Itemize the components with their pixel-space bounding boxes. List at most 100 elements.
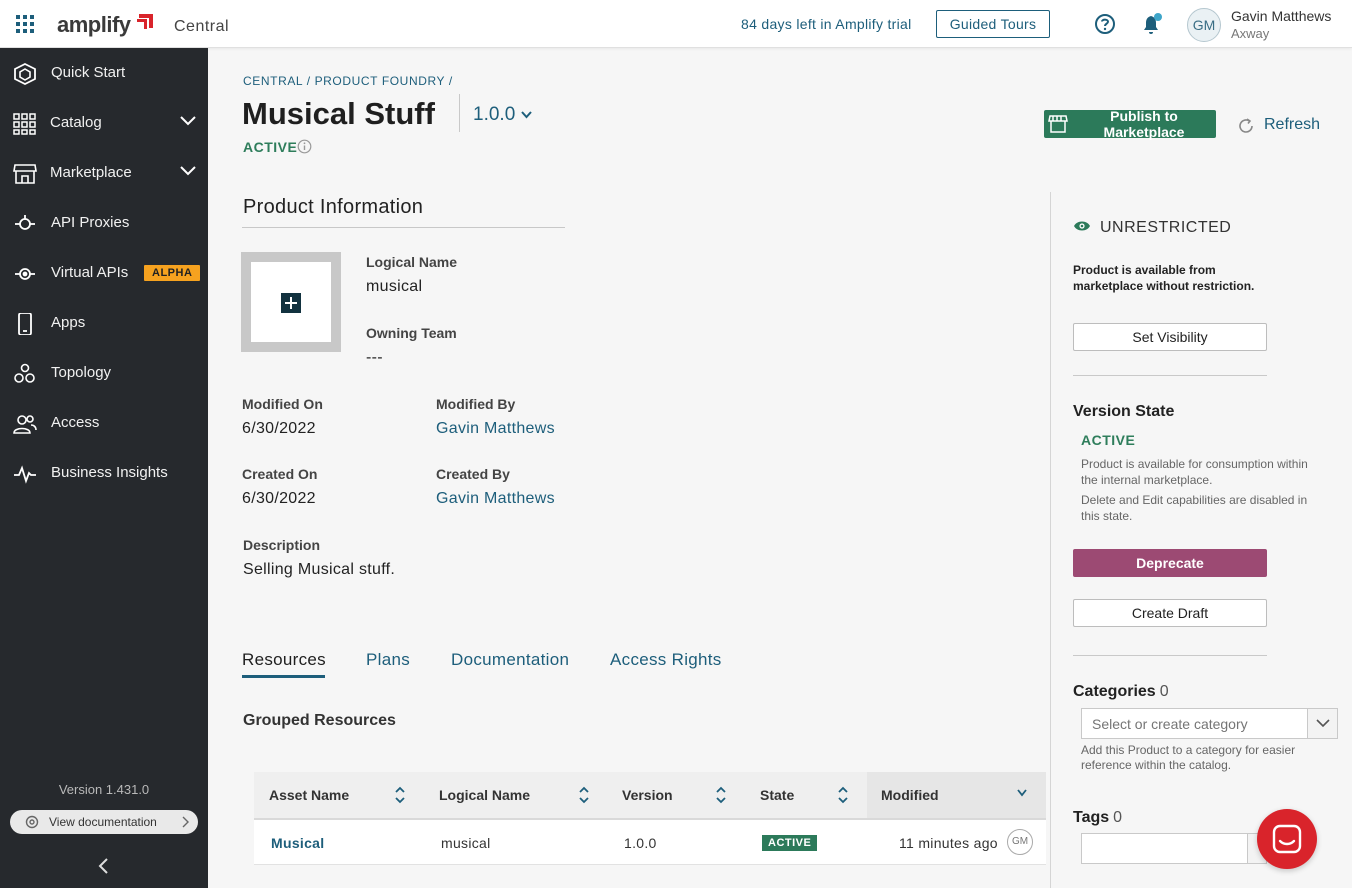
column-header-logical-name[interactable]: Logical Name xyxy=(439,787,530,803)
categories-heading: Categories 0 xyxy=(1073,683,1169,701)
tags-input[interactable] xyxy=(1081,833,1248,864)
trial-notice[interactable]: 84 days left in Amplify trial xyxy=(741,16,912,32)
tags-label: Tags xyxy=(1073,809,1110,826)
chat-icon xyxy=(1272,824,1302,854)
user-avatar[interactable]: GM xyxy=(1187,8,1221,42)
sidebar-item-label: Catalog xyxy=(50,114,102,131)
notifications-bell-icon[interactable] xyxy=(1141,12,1165,36)
product-information-heading: Product Information xyxy=(243,196,424,218)
version-selector[interactable]: 1.0.0 xyxy=(473,104,533,126)
visibility-description: Product is available from marketplace wi… xyxy=(1073,263,1255,293)
column-header-state[interactable]: State xyxy=(760,787,794,803)
app-version: Version 1.431.0 xyxy=(58,782,150,797)
tab-plans[interactable]: Plans xyxy=(366,650,410,670)
version-selector-value: 1.0.0 xyxy=(473,104,516,125)
publish-to-marketplace-button[interactable]: Publish to Marketplace xyxy=(1044,108,1216,140)
column-header-modified[interactable]: Modified xyxy=(881,787,939,803)
version-state-description: Product is available for consumption wit… xyxy=(1081,457,1308,487)
sidebar-item-virtual-apis[interactable]: Virtual APIs ALPHA xyxy=(0,253,208,293)
tab-documentation[interactable]: Documentation xyxy=(451,650,569,670)
chevron-down-icon xyxy=(521,111,533,119)
tab-access-rights[interactable]: Access Rights xyxy=(610,650,722,670)
column-header-version[interactable]: Version xyxy=(622,787,673,803)
created-by-link[interactable]: Gavin Matthews xyxy=(436,490,555,508)
description-value: Selling Musical stuff. xyxy=(243,561,396,578)
add-image-icon xyxy=(281,293,301,313)
category-dropdown-toggle[interactable] xyxy=(1307,708,1338,739)
view-documentation-button[interactable]: View documentation xyxy=(10,810,198,834)
app-switcher-icon[interactable] xyxy=(16,15,34,33)
chevron-down-icon xyxy=(180,116,196,126)
hexagon-icon xyxy=(13,63,37,85)
sidebar-item-catalog[interactable]: Catalog xyxy=(0,103,208,143)
sidebar-item-label: Apps xyxy=(51,314,86,331)
chevron-down-icon xyxy=(1316,719,1330,728)
refresh-label: Refresh xyxy=(1264,116,1321,133)
set-visibility-button[interactable]: Set Visibility xyxy=(1073,323,1267,351)
logical-name-cell: musical xyxy=(441,835,491,851)
version-state-restriction: Delete and Edit capabilities are disable… xyxy=(1081,493,1308,523)
deprecate-button[interactable]: Deprecate xyxy=(1073,549,1267,577)
sidebar-item-label: API Proxies xyxy=(51,214,130,231)
sidebar-item-label: Topology xyxy=(51,364,112,381)
user-organization: Axway xyxy=(1231,26,1270,41)
user-name[interactable]: Gavin Matthews xyxy=(1231,8,1331,24)
modified-on-label: Modified On xyxy=(242,396,323,412)
category-hint: Add this Product to a category for easie… xyxy=(1081,743,1296,772)
logical-name-value: musical xyxy=(366,278,423,295)
refresh-icon xyxy=(1237,117,1255,135)
categories-count: 0 xyxy=(1159,683,1169,700)
product-image-upload[interactable] xyxy=(241,252,341,352)
asset-name-link[interactable]: Musical xyxy=(271,835,324,851)
sidebar-item-label: Access xyxy=(51,414,100,431)
sidebar-item-api-proxies[interactable]: API Proxies xyxy=(0,203,208,243)
category-select-input[interactable] xyxy=(1081,708,1308,739)
sidebar-item-label: Business Insights xyxy=(51,464,168,481)
chat-support-button[interactable] xyxy=(1257,809,1317,869)
phone-icon xyxy=(13,313,37,335)
sidebar-item-label: Quick Start xyxy=(51,64,126,81)
documentation-icon xyxy=(25,815,39,829)
sidebar-item-quick-start[interactable]: Quick Start xyxy=(0,53,208,93)
owning-team-value: --- xyxy=(366,349,383,366)
collapse-sidebar-icon[interactable] xyxy=(97,858,109,874)
breadcrumb[interactable]: CENTRAL / PRODUCT FOUNDRY / xyxy=(243,74,453,88)
details-side-panel: UNRESTRICTED Product is available from m… xyxy=(1050,192,1352,888)
modified-by-label: Modified By xyxy=(436,396,516,412)
publish-label: Publish to Marketplace xyxy=(1103,108,1185,140)
version-cell: 1.0.0 xyxy=(624,835,657,851)
table-row[interactable]: Musical musical 1.0.0 ACTIVE 11 minutes … xyxy=(254,820,1046,865)
brand-logo-text[interactable]: amplify xyxy=(57,12,131,38)
sidebar-item-apps[interactable]: Apps xyxy=(0,303,208,343)
version-state-heading: Version State xyxy=(1073,403,1175,420)
created-on-value: 6/30/2022 xyxy=(242,490,316,507)
sidebar-item-marketplace[interactable]: Marketplace xyxy=(0,153,208,193)
refresh-button[interactable]: Refresh xyxy=(1232,114,1327,138)
sidebar-item-label: Virtual APIs xyxy=(51,264,129,281)
sort-icon[interactable] xyxy=(716,786,726,804)
guided-tours-button[interactable]: Guided Tours xyxy=(936,10,1050,38)
column-header-asset-name[interactable]: Asset Name xyxy=(269,787,349,803)
sidebar-item-business-insights[interactable]: Business Insights xyxy=(0,453,208,493)
sort-icon[interactable] xyxy=(838,786,848,804)
create-draft-button[interactable]: Create Draft xyxy=(1073,599,1267,627)
pulse-icon xyxy=(13,463,37,485)
help-icon[interactable] xyxy=(1094,13,1116,35)
modified-cell: 11 minutes ago xyxy=(899,835,998,851)
sidebar: Quick Start Catalog Marketplace API Prox… xyxy=(0,48,208,888)
version-state-value: ACTIVE xyxy=(1081,432,1136,448)
sidebar-item-access[interactable]: Access xyxy=(0,403,208,443)
sidebar-item-topology[interactable]: Topology xyxy=(0,353,208,393)
chevron-right-icon xyxy=(182,816,190,828)
eye-icon xyxy=(1073,220,1091,232)
modified-by-link[interactable]: Gavin Matthews xyxy=(436,420,555,438)
section-divider xyxy=(242,227,565,228)
alpha-badge: ALPHA xyxy=(144,265,201,281)
info-icon[interactable] xyxy=(297,139,312,154)
tags-heading: Tags 0 xyxy=(1073,809,1122,827)
tags-count: 0 xyxy=(1113,809,1123,826)
sort-descending-icon[interactable] xyxy=(1017,789,1027,797)
sort-icon[interactable] xyxy=(395,786,405,804)
sort-icon[interactable] xyxy=(579,786,589,804)
tab-resources[interactable]: Resources xyxy=(242,650,326,670)
